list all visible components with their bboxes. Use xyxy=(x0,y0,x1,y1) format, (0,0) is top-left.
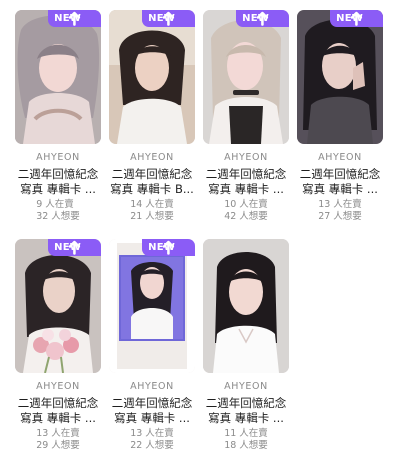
artist-name: AHYEON xyxy=(130,152,174,163)
product-photo[interactable]: NEW xyxy=(297,10,383,144)
product-photo[interactable]: NEW xyxy=(109,239,195,373)
portrait-image xyxy=(109,10,195,144)
artist-name: AHYEON xyxy=(318,152,362,163)
artist-name: AHYEON xyxy=(36,381,80,392)
new-badge: NEW xyxy=(142,10,195,27)
sellers-count: 14 人在賣 xyxy=(130,199,174,210)
sellers-count: 13 人在賣 xyxy=(318,199,362,210)
portrait-image xyxy=(203,10,289,144)
product-stats: 13 人在賣 29 人想要 xyxy=(36,428,80,452)
arrow-up-icon xyxy=(162,240,189,255)
product-photo[interactable]: NEW xyxy=(203,10,289,144)
artist-name: AHYEON xyxy=(224,152,268,163)
product-stats: 11 人在賣 18 人想要 xyxy=(224,428,268,452)
product-stats: 14 人在賣 21 人想要 xyxy=(130,199,174,223)
product-card[interactable]: NEW AHYEON 二週年回憶紀念 寫真 專輯卡 ... 10 人在賣 42 … xyxy=(200,10,292,223)
product-stats: 13 人在賣 27 人想要 xyxy=(318,199,362,223)
wanters-count: 42 人想要 xyxy=(224,211,268,222)
product-title[interactable]: 二週年回憶紀念 寫真 專輯卡 ... xyxy=(200,167,292,197)
sellers-count: 13 人在賣 xyxy=(130,428,174,439)
wanters-count: 22 人想要 xyxy=(130,440,174,451)
product-photo[interactable]: NEW xyxy=(15,239,101,373)
new-badge: NEW xyxy=(330,10,383,27)
product-title[interactable]: 二週年回憶紀念 寫真 專輯卡 ... xyxy=(200,396,292,426)
wanters-count: 21 人想要 xyxy=(130,211,174,222)
portrait-image xyxy=(297,10,383,144)
new-badge: NEW xyxy=(48,239,101,256)
portrait-image xyxy=(15,10,101,144)
wanters-count: 32 人想要 xyxy=(36,211,80,222)
product-title[interactable]: 二週年回憶紀念 寫真 專輯卡 ... xyxy=(12,167,104,197)
product-card[interactable]: NEW AHYEON 二週年回憶紀念 寫真 專輯卡 ... 13 人在賣 27 … xyxy=(294,10,386,223)
product-card[interactable]: AHYEON 二週年回憶紀念 寫真 專輯卡 ... 11 人在賣 18 人想要 xyxy=(200,239,292,452)
new-badge: NEW xyxy=(236,10,289,27)
artist-name: AHYEON xyxy=(130,381,174,392)
new-badge: NEW xyxy=(48,10,101,27)
wanters-count: 18 人想要 xyxy=(224,440,268,451)
artist-name: AHYEON xyxy=(224,381,268,392)
artist-name: AHYEON xyxy=(36,152,80,163)
product-title[interactable]: 二週年回憶紀念 寫真 專輯卡 ... xyxy=(106,396,198,426)
product-title[interactable]: 二週年回憶紀念 寫真 專輯卡 ... xyxy=(294,167,386,197)
product-stats: 13 人在賣 22 人想要 xyxy=(130,428,174,452)
arrow-up-icon xyxy=(68,240,95,255)
portrait-image xyxy=(109,239,195,373)
product-photo[interactable] xyxy=(203,239,289,373)
product-card[interactable]: NEW AHYEON 二週年回憶紀念 寫真 專輯卡 ... 13 人在賣 22 … xyxy=(106,239,198,452)
sellers-count: 9 人在賣 xyxy=(36,199,74,210)
arrow-up-icon xyxy=(350,11,377,26)
arrow-up-icon xyxy=(162,11,189,26)
new-badge: NEW xyxy=(142,239,195,256)
product-stats: 10 人在賣 42 人想要 xyxy=(224,199,268,223)
portrait-image xyxy=(15,239,101,373)
product-title[interactable]: 二週年回憶紀念 寫真 專輯卡 ... xyxy=(12,396,104,426)
product-title[interactable]: 二週年回憶紀念 寫真 專輯卡 B... xyxy=(106,167,198,197)
sellers-count: 11 人在賣 xyxy=(224,428,268,439)
portrait-image xyxy=(203,239,289,373)
product-card[interactable]: NEW AHYEON 二週年回憶紀念 寫真 專輯卡 ... 13 人在賣 29 … xyxy=(12,239,104,452)
product-photo[interactable]: NEW xyxy=(109,10,195,144)
sellers-count: 10 人在賣 xyxy=(224,199,268,210)
product-photo[interactable]: NEW xyxy=(15,10,101,144)
product-card[interactable]: NEW AHYEON 二週年回憶紀念 寫真 專輯卡 ... 9 人在賣 32 人… xyxy=(12,10,104,223)
arrow-up-icon xyxy=(256,11,283,26)
product-grid: NEW AHYEON 二週年回憶紀念 寫真 專輯卡 ... 9 人在賣 32 人… xyxy=(0,0,400,460)
wanters-count: 27 人想要 xyxy=(318,211,362,222)
sellers-count: 13 人在賣 xyxy=(36,428,80,439)
product-stats: 9 人在賣 32 人想要 xyxy=(36,199,80,223)
wanters-count: 29 人想要 xyxy=(36,440,80,451)
arrow-up-icon xyxy=(68,11,95,26)
product-card[interactable]: NEW AHYEON 二週年回憶紀念 寫真 專輯卡 B... 14 人在賣 21… xyxy=(106,10,198,223)
